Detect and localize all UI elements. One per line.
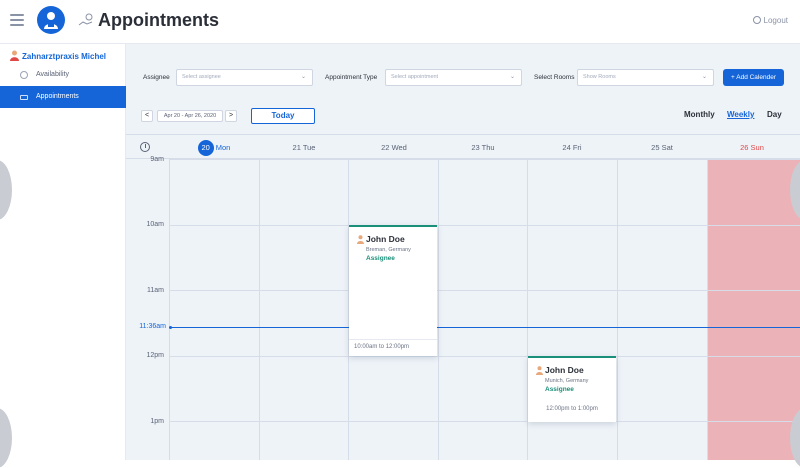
sidebar-item-appointments[interactable]: Appointments (0, 86, 126, 108)
logout-button[interactable]: Logout (752, 16, 788, 25)
rooms-select[interactable]: Show Rooms ⌄ (577, 69, 714, 86)
time-label-9am: 9am (150, 156, 164, 163)
view-weekly[interactable]: Weekly (727, 110, 754, 119)
clock-icon (140, 142, 150, 152)
chevron-down-icon: ⌄ (701, 74, 707, 80)
sidebar-item-label: Appointments (36, 93, 79, 100)
grid-line (169, 159, 170, 460)
day-header-row: 20 Mon 21 Tue 22 Wed 23 Thu 24 Fri 25 Sa… (126, 134, 800, 159)
day-header-thu[interactable]: 23 Thu (438, 143, 528, 152)
current-time-label: 11:36am (139, 323, 166, 330)
prev-week-button[interactable]: < (141, 110, 153, 122)
grid-line (617, 159, 618, 460)
clinic-name-label: Zahnarztpraxis Michel (22, 52, 107, 61)
weekend-column (707, 159, 800, 460)
date-range: Apr 20 - Apr 26, 2020 (157, 110, 223, 122)
person-icon (536, 366, 543, 375)
appointments-title-icon (78, 13, 93, 26)
grid-line (169, 225, 800, 226)
gear-icon (20, 71, 28, 79)
calendar: 20 Mon 21 Tue 22 Wed 23 Thu 24 Fri 25 Sa… (126, 134, 800, 460)
doctor-avatar-icon (44, 12, 58, 29)
logout-label: Logout (763, 16, 788, 25)
sidebar-item-availability[interactable]: Availability (0, 64, 126, 86)
logout-icon (752, 16, 761, 24)
appointment-location: Munich, Germany (545, 378, 589, 384)
card-divider (349, 339, 437, 340)
filter-bar: Assignee Select assignee ⌄ Appointment T… (126, 44, 800, 134)
day-header-tue[interactable]: 21 Tue (259, 143, 349, 152)
view-day[interactable]: Day (767, 110, 782, 119)
main-content: Assignee Select assignee ⌄ Appointment T… (126, 44, 800, 460)
grid-line (169, 356, 800, 357)
today-button[interactable]: Today (251, 108, 315, 124)
current-time-line (170, 327, 800, 328)
assignee-select[interactable]: Select assignee ⌄ (176, 69, 313, 86)
day-name: Mon (215, 143, 231, 152)
appointment-card[interactable]: John Doe Munich, Germany Assignee 12:00p… (528, 356, 616, 422)
appointment-name: John Doe (545, 365, 584, 375)
appointment-location: Breman, Germany (366, 247, 411, 253)
appointment-time: 10:00am to 12:00pm (354, 344, 410, 350)
appointment-time: 12:00pm to 1:00pm (546, 406, 598, 412)
grid-line (169, 159, 800, 160)
today-date-badge: 20 (197, 140, 214, 156)
user-avatar-icon (10, 50, 19, 61)
sidebar: Zahnarztpraxis Michel Availability Appoi… (0, 44, 126, 460)
grid-line (169, 290, 800, 291)
time-label-1pm: 1pm (150, 418, 164, 425)
rooms-placeholder: Show Rooms (583, 74, 616, 80)
grid-line (707, 159, 708, 460)
add-calendar-button[interactable]: + Add Calender (723, 69, 784, 86)
person-icon (357, 235, 364, 244)
assignee-label: Assignee (143, 74, 170, 81)
next-week-button[interactable]: > (225, 110, 237, 122)
day-header-mon[interactable]: 20 Mon (169, 140, 259, 156)
time-label-10am: 10am (146, 221, 164, 228)
appointments-icon (20, 95, 28, 100)
view-monthly[interactable]: Monthly (684, 110, 715, 119)
appointment-type-label: Appointment Type (325, 74, 378, 81)
day-header-sun[interactable]: 26 Sun (707, 143, 797, 152)
clinic-name: Zahnarztpraxis Michel (10, 50, 106, 61)
grid-line (438, 159, 439, 460)
sidebar-item-label: Availability (36, 71, 69, 78)
appointment-card[interactable]: John Doe Breman, Germany Assignee 10:00a… (349, 225, 437, 356)
appointment-type-placeholder: Select appointment (391, 74, 439, 80)
assignee-placeholder: Select assignee (182, 74, 221, 80)
appointment-type-select[interactable]: Select appointment ⌄ (385, 69, 522, 86)
chevron-down-icon: ⌄ (300, 74, 306, 80)
grid-line (169, 421, 800, 422)
grid-line (259, 159, 260, 460)
day-header-sat[interactable]: 25 Sat (617, 143, 707, 152)
top-bar: Appointments Logout (0, 0, 800, 44)
chevron-down-icon: ⌄ (509, 74, 515, 80)
page-title: Appointments (98, 10, 219, 30)
appointment-name: John Doe (366, 234, 405, 244)
day-header-wed[interactable]: 22 Wed (349, 143, 439, 152)
time-label-12pm: 12pm (146, 352, 164, 359)
week-grid[interactable]: 9am 10am 11am 12pm 1pm 11:36am John Doe … (126, 156, 800, 460)
appointment-role: Assignee (545, 386, 574, 393)
rooms-label: Select Rooms (534, 74, 575, 81)
menu-icon[interactable] (10, 14, 24, 26)
time-label-11am: 11am (147, 287, 164, 294)
day-header-fri[interactable]: 24 Fri (527, 143, 617, 152)
logo[interactable] (37, 6, 65, 34)
appointment-role: Assignee (366, 255, 395, 262)
